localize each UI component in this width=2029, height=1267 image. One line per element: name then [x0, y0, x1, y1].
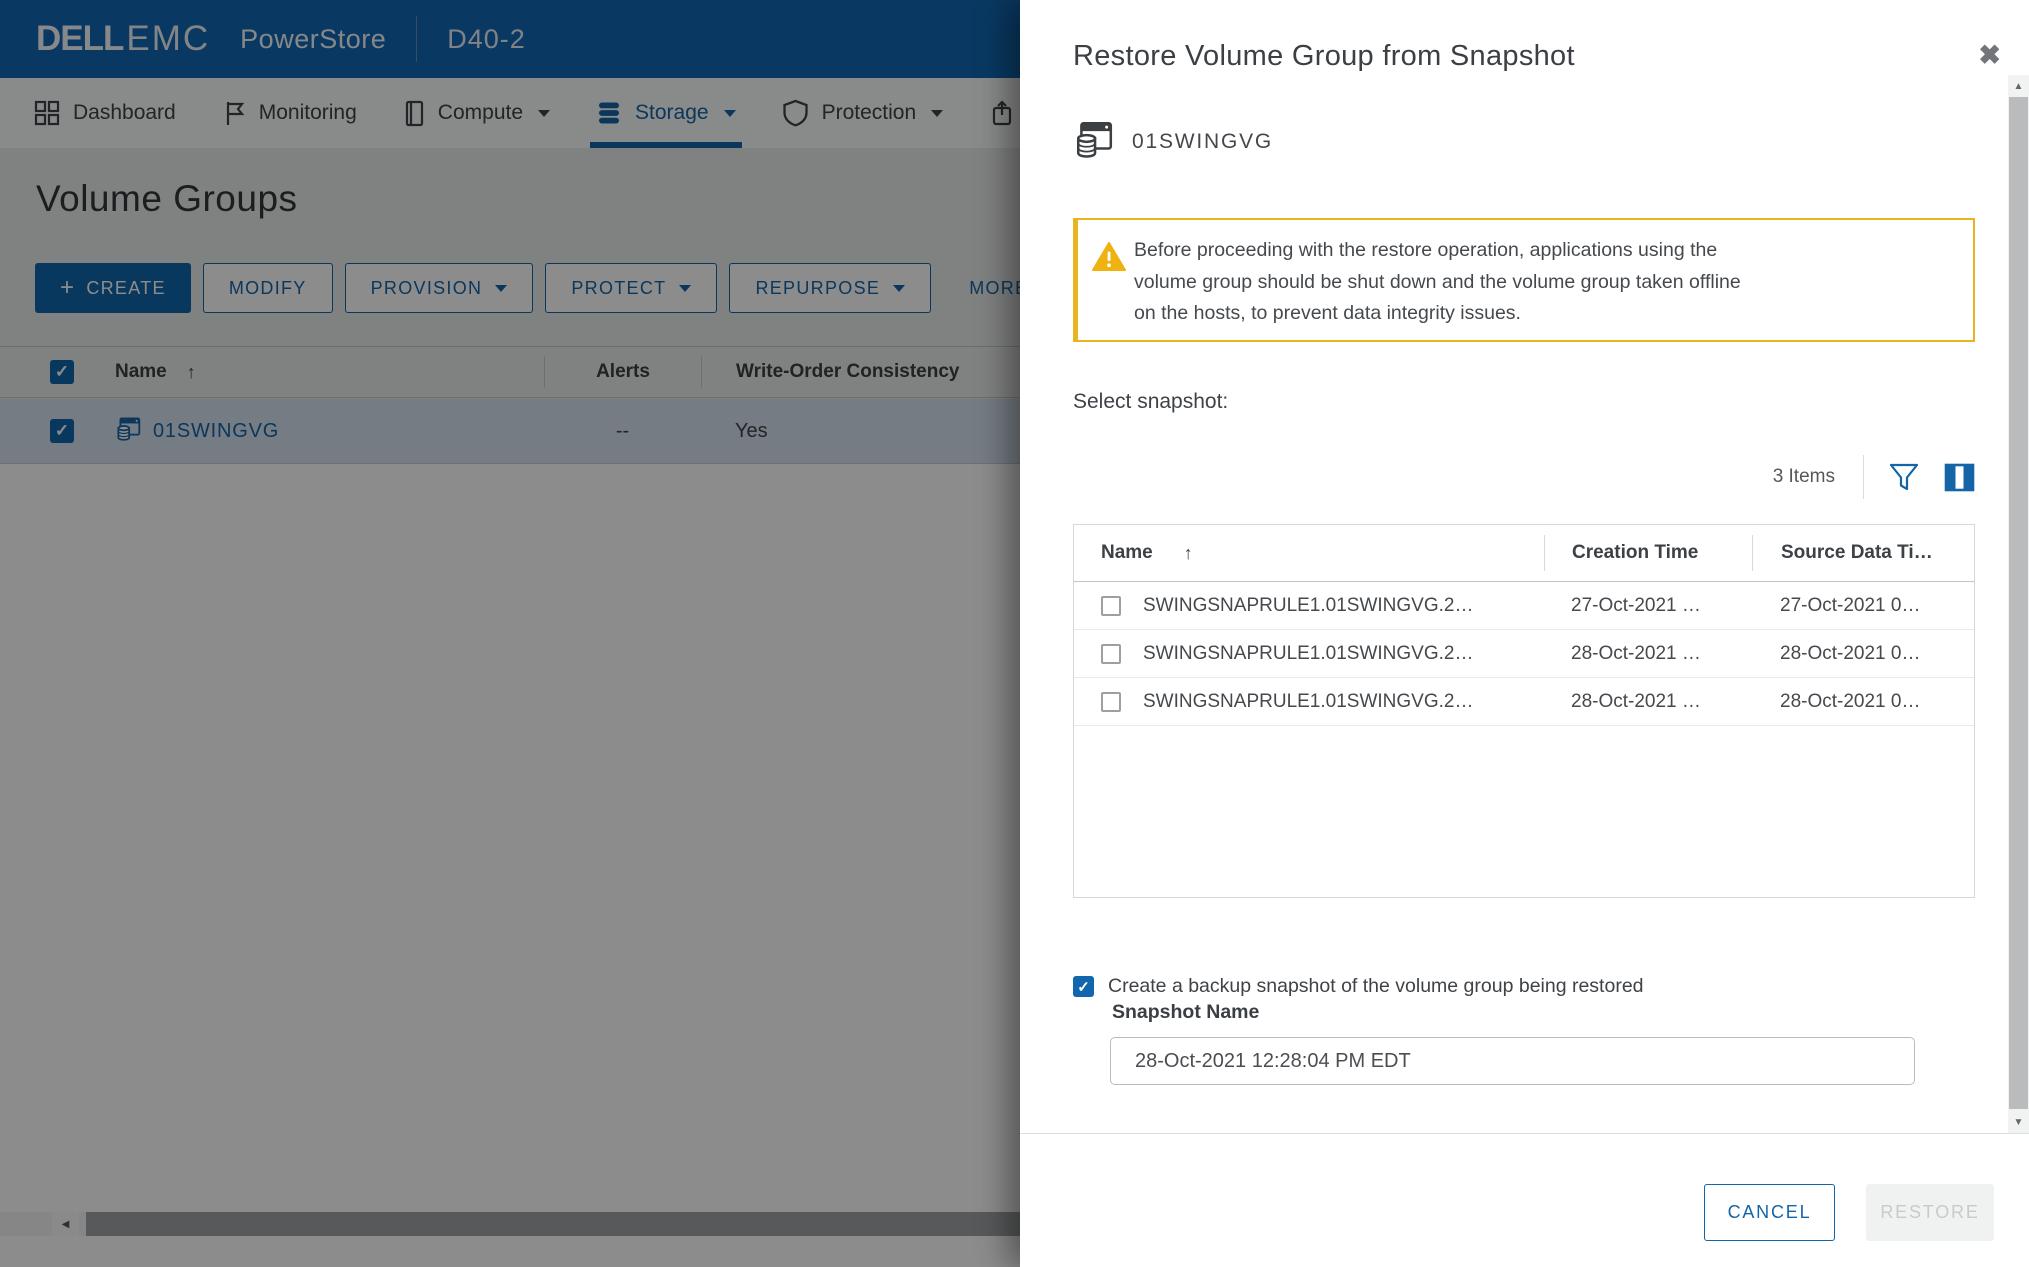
- column-header-name[interactable]: Name ↑: [1074, 542, 1544, 564]
- filter-icon[interactable]: [1888, 462, 1920, 492]
- scroll-down-button[interactable]: ▼: [2008, 1111, 2029, 1133]
- select-snapshot-label: Select snapshot:: [1073, 390, 1228, 414]
- scroll-up-icon: ▲: [2014, 81, 2024, 92]
- snapshot-name-input[interactable]: [1110, 1037, 1915, 1085]
- modal-scrollbar-thumb[interactable]: [2009, 97, 2028, 1109]
- close-icon[interactable]: ✖: [1978, 40, 2001, 71]
- modal-scrollbar[interactable]: ▲ ▼: [2008, 75, 2029, 1133]
- toolbar-divider: [1863, 455, 1864, 499]
- snapshot-table: Name ↑ Creation Time Source Data Ti… SWI…: [1073, 524, 1975, 898]
- snapshot-checkbox[interactable]: [1101, 644, 1121, 664]
- backup-snapshot-checkbox[interactable]: ✓: [1073, 976, 1094, 997]
- snapshot-table-header: Name ↑ Creation Time Source Data Ti…: [1074, 525, 1974, 582]
- modal-volume-group-name: 01SWINGVG: [1132, 130, 1273, 154]
- check-icon: ✓: [1077, 978, 1090, 996]
- snapshot-table-toolbar: 3 Items: [1073, 455, 1975, 499]
- warning-text: Before proceeding with the restore opera…: [1134, 235, 1741, 340]
- snapshot-row[interactable]: SWINGSNAPRULE1.01SWINGVG.2… 28-Oct-2021 …: [1074, 678, 1974, 726]
- columns-icon[interactable]: [1944, 463, 1975, 492]
- modal-title: Restore Volume Group from Snapshot: [1073, 40, 1575, 73]
- snapshot-checkbox[interactable]: [1101, 692, 1121, 712]
- footer-divider: [1020, 1133, 2029, 1134]
- restore-button[interactable]: RESTORE: [1866, 1184, 1994, 1241]
- warning-icon: [1092, 235, 1134, 340]
- backup-snapshot-label: Create a backup snapshot of the volume g…: [1108, 975, 1644, 998]
- modal-volume-group: 01SWINGVG: [1073, 118, 1273, 165]
- column-header-creation-time[interactable]: Creation Time: [1544, 535, 1752, 571]
- backup-snapshot-option: ✓ Create a backup snapshot of the volume…: [1073, 975, 1644, 998]
- volume-group-icon: [1073, 118, 1115, 165]
- snapshot-row[interactable]: SWINGSNAPRULE1.01SWINGVG.2… 28-Oct-2021 …: [1074, 630, 1974, 678]
- sort-ascending-icon: ↑: [1184, 543, 1193, 564]
- snapshot-name-label: Snapshot Name: [1112, 1001, 1259, 1024]
- scroll-down-icon: ▼: [2014, 1117, 2024, 1128]
- scroll-up-button[interactable]: ▲: [2008, 75, 2029, 97]
- cancel-button[interactable]: CANCEL: [1704, 1184, 1835, 1241]
- snapshot-row[interactable]: SWINGSNAPRULE1.01SWINGVG.2… 27-Oct-2021 …: [1074, 582, 1974, 630]
- restore-volume-group-modal: Restore Volume Group from Snapshot ✖ 01S…: [1020, 0, 2029, 1267]
- column-header-source-data-time[interactable]: Source Data Ti…: [1752, 535, 1974, 571]
- warning-banner: Before proceeding with the restore opera…: [1073, 218, 1975, 342]
- screen: DELL EMC PowerStore D40-2 Dashboard Moni…: [0, 0, 2029, 1267]
- items-count: 3 Items: [1773, 466, 1835, 488]
- snapshot-checkbox[interactable]: [1101, 596, 1121, 616]
